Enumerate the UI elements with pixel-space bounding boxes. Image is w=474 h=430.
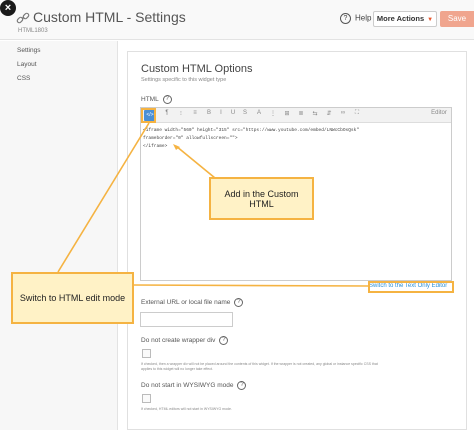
chevron-down-icon: ▼ xyxy=(427,17,434,23)
strikethrough-icon[interactable]: S xyxy=(241,110,249,116)
wrapper-div-help: applies to this widget will no longer ta… xyxy=(141,367,213,371)
sidebar-item-settings[interactable]: Settings xyxy=(17,47,41,54)
save-button[interactable]: Save xyxy=(440,11,474,27)
paragraph-icon[interactable]: ¶ xyxy=(163,110,171,116)
list-icon[interactable]: ≡ xyxy=(191,110,199,116)
format-icon[interactable]: ⁝ xyxy=(177,110,185,117)
editor-menu[interactable]: Editor xyxy=(429,110,449,116)
help-button[interactable]: ? Help xyxy=(340,13,371,24)
bold-icon[interactable]: B xyxy=(205,110,213,116)
italic-icon[interactable]: I xyxy=(217,110,225,116)
align-icon[interactable]: ≣ xyxy=(297,110,305,117)
callout-add-custom-html: Add in the Custom HTML xyxy=(209,177,314,220)
page-title: Custom HTML - Settings xyxy=(33,9,186,25)
code-line: <iframe width="560" height="315" src="ht… xyxy=(143,128,360,133)
wysiwyg-help: If checked, HTML editors will not start … xyxy=(141,407,232,411)
section-subtitle: Settings specific to this widget type xyxy=(141,77,227,83)
html-button-highlight xyxy=(141,108,156,123)
editor-toolbar: </> ¶ ⁝ ≡ B I U S A ⋮ ⊞ ≣ ⇆ ⇵ ∞ ⛶ Editor xyxy=(141,108,451,123)
wysiwyg-label-text: Do not start in WYSIWYG mode xyxy=(141,382,234,390)
sidebar-item-layout[interactable]: Layout xyxy=(17,61,37,68)
sidebar-item-css[interactable]: CSS xyxy=(17,75,30,82)
more-actions-label: More Actions xyxy=(376,14,425,23)
external-url-label: External URL or local file name? xyxy=(141,298,244,307)
wrapper-div-checkbox[interactable] xyxy=(142,349,151,358)
external-url-input[interactable] xyxy=(140,312,233,327)
indent-icon[interactable]: ⇆ xyxy=(311,110,319,117)
wrapper-div-help: If checked, then a wrapper div will not … xyxy=(141,362,378,366)
wrapper-div-label-text: Do not create wrapper div xyxy=(141,337,216,345)
wysiwyg-label: Do not start in WYSIWYG mode? xyxy=(141,381,247,390)
help-icon: ? xyxy=(340,13,351,24)
line-height-icon[interactable]: ⇵ xyxy=(325,110,333,117)
link-icon xyxy=(16,12,30,24)
help-label: Help xyxy=(355,13,372,23)
help-icon[interactable]: ? xyxy=(219,336,229,345)
fullscreen-icon[interactable]: ⛶ xyxy=(353,110,361,117)
code-line: frameborder="0" allowfullscreen=""> xyxy=(143,136,238,141)
wysiwyg-checkbox[interactable] xyxy=(142,394,151,403)
font-color-icon[interactable]: A xyxy=(255,110,263,116)
table-icon[interactable]: ⊞ xyxy=(283,110,291,117)
section-title: Custom HTML Options xyxy=(141,63,253,75)
wrapper-div-label: Do not create wrapper div? xyxy=(141,336,229,345)
link-icon[interactable]: ∞ xyxy=(339,110,347,116)
settings-sidebar: Settings Layout CSS xyxy=(0,41,118,430)
settings-header: Custom HTML - Settings HTML1803 ? Help Mo… xyxy=(0,0,474,40)
widget-id: HTML1803 xyxy=(18,28,48,34)
more-format-icon[interactable]: ⋮ xyxy=(269,110,277,117)
close-icon[interactable]: × xyxy=(0,0,16,16)
help-icon[interactable]: ? xyxy=(162,95,172,104)
help-icon[interactable]: ? xyxy=(237,381,247,390)
html-label-text: HTML xyxy=(141,96,159,104)
underline-icon[interactable]: U xyxy=(229,110,237,116)
more-actions-button[interactable]: More Actions ▼ xyxy=(373,11,437,27)
code-line: </iframe> xyxy=(143,144,168,149)
code-content[interactable]: <iframe width="560" height="315" src="ht… xyxy=(143,127,359,151)
external-url-label-text: External URL or local file name xyxy=(141,299,231,307)
html-field-label: HTML? xyxy=(141,95,172,104)
switch-link-highlight xyxy=(368,281,454,293)
callout-html-edit-mode: Switch to HTML edit mode xyxy=(11,272,134,324)
help-icon[interactable]: ? xyxy=(234,298,244,307)
